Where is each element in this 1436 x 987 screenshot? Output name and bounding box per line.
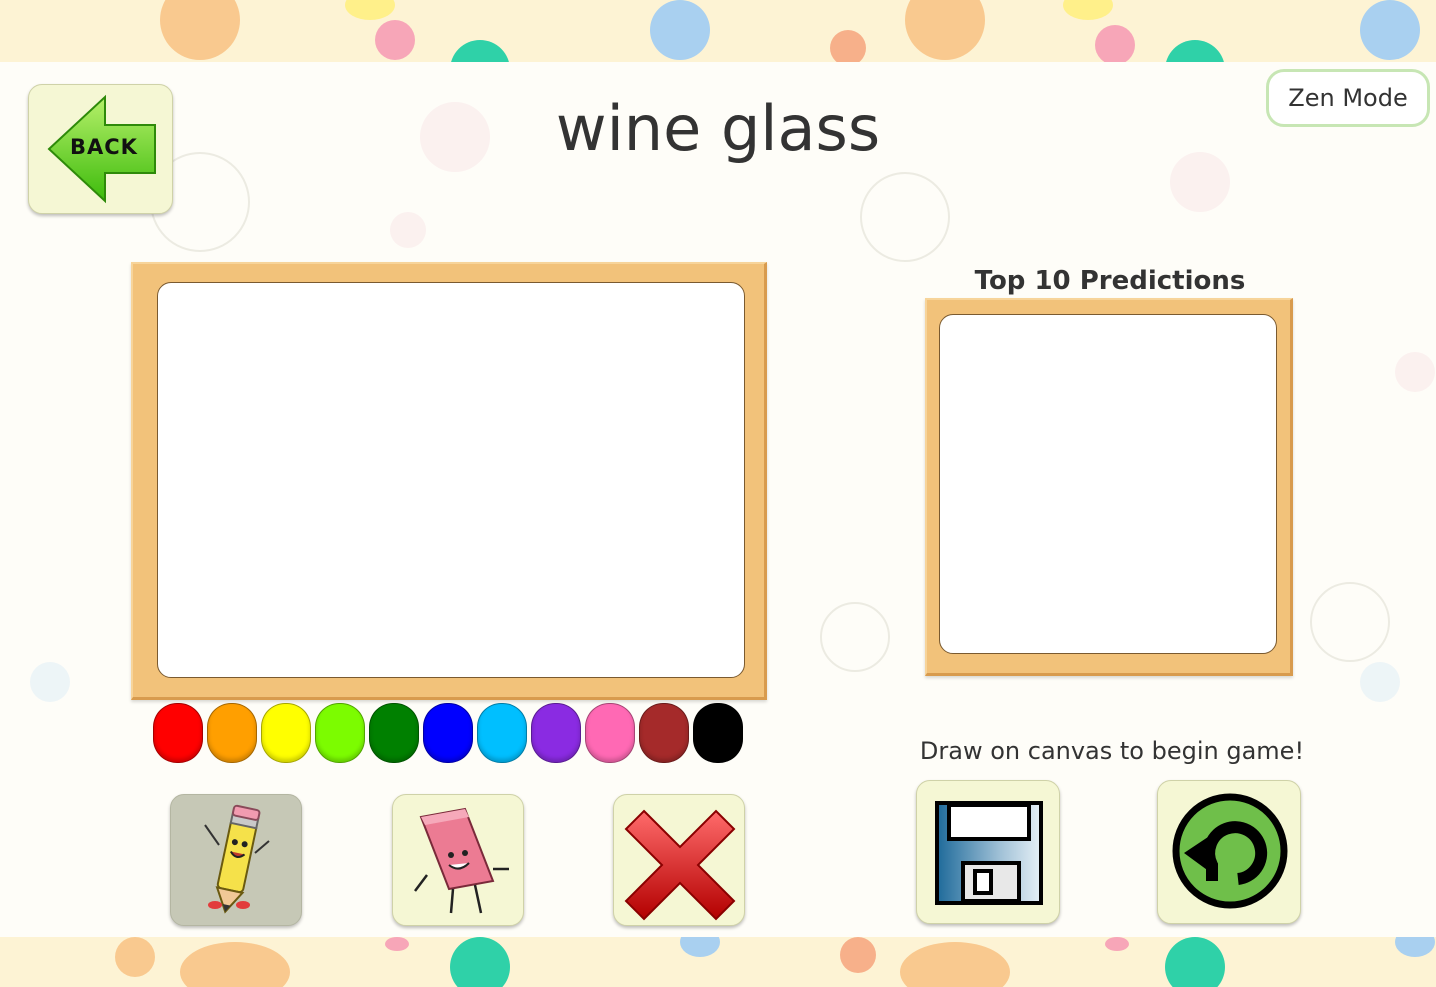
color-swatch-sky[interactable] (477, 703, 527, 763)
top-pattern-band (0, 0, 1436, 62)
bottom-pattern-band (0, 937, 1436, 987)
save-button[interactable] (916, 780, 1060, 924)
color-swatch-blue[interactable] (423, 703, 473, 763)
clear-canvas-button[interactable] (613, 794, 745, 926)
color-swatch-yellow[interactable] (261, 703, 311, 763)
predictions-title: Top 10 Predictions (974, 266, 1246, 296)
color-swatch-green[interactable] (369, 703, 419, 763)
pencil-tool-button[interactable] (170, 794, 302, 926)
eraser-tool-button[interactable] (392, 794, 524, 926)
color-swatch-lime[interactable] (315, 703, 365, 763)
predictions-frame (925, 298, 1293, 676)
eraser-icon (414, 807, 509, 914)
predictions-list (939, 314, 1277, 654)
color-swatch-red[interactable] (153, 703, 203, 763)
back-button[interactable]: BACK (28, 84, 173, 214)
back-label: BACK (70, 135, 138, 159)
clear-x-icon (624, 809, 736, 921)
zen-mode-button[interactable]: Zen Mode (1266, 69, 1430, 127)
color-swatch-orange[interactable] (207, 703, 257, 763)
undo-arrow-icon (1172, 793, 1288, 909)
status-message: Draw on canvas to begin game! (919, 737, 1305, 765)
floppy-disk-icon (935, 801, 1043, 905)
pencil-icon (204, 804, 270, 914)
color-swatch-brown[interactable] (639, 703, 689, 763)
page-title: wine glass (555, 92, 881, 165)
color-swatch-purple[interactable] (531, 703, 581, 763)
color-swatch-pink[interactable] (585, 703, 635, 763)
color-swatch-black[interactable] (693, 703, 743, 763)
undo-button[interactable] (1157, 780, 1301, 924)
drawing-canvas-frame (131, 262, 767, 700)
drawing-canvas[interactable] (157, 282, 745, 678)
